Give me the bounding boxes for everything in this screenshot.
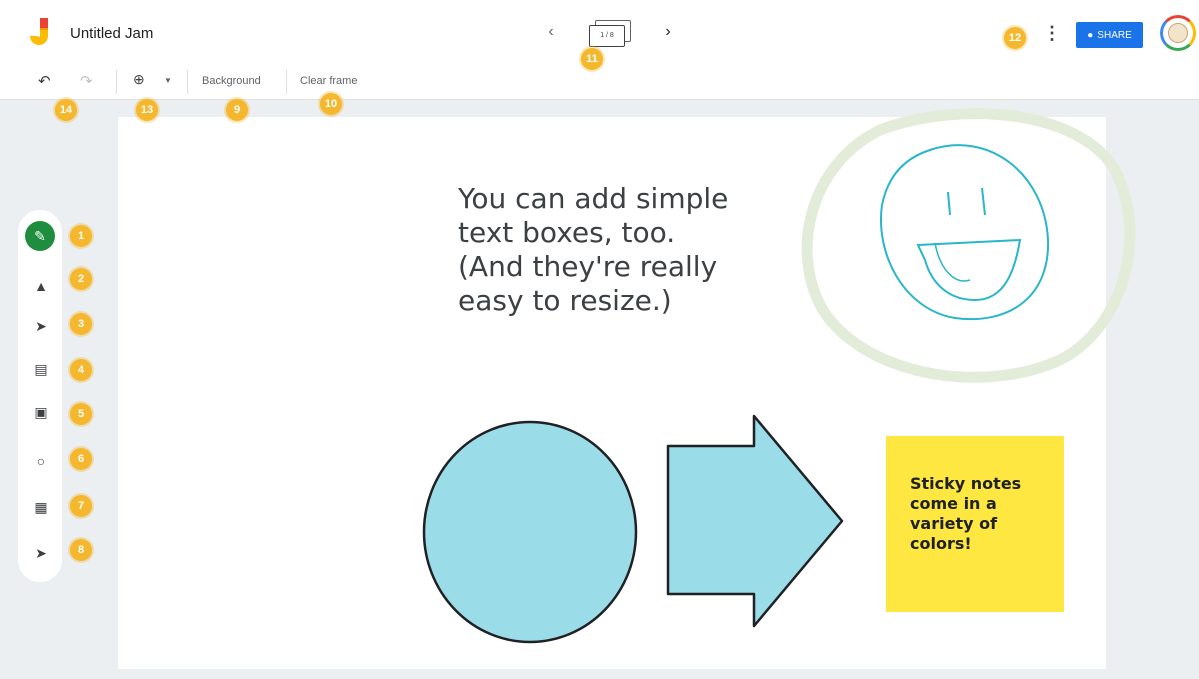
callout-badge: 3 (70, 313, 92, 335)
arrow-shape (666, 414, 844, 628)
callout-badge: 6 (70, 448, 92, 470)
callout-badge: 13 (136, 99, 158, 121)
callout-badge: 7 (70, 495, 92, 517)
callout-badge: 5 (70, 403, 92, 425)
canvas-text-box[interactable]: You can add simple text boxes, too. (And… (458, 182, 798, 318)
callout-badge: 14 (55, 99, 77, 121)
select-arrow-icon[interactable]: ➤ (28, 313, 54, 339)
smiley-eye-left (947, 191, 951, 216)
callout-badge: 11 (581, 48, 603, 70)
callout-badge: 4 (70, 359, 92, 381)
text-box-icon[interactable]: ▦ (28, 494, 54, 520)
callout-badge: 10 (320, 93, 342, 115)
smiley-outline (880, 144, 1050, 321)
eraser-icon[interactable]: ▲ (28, 273, 54, 299)
callout-badge: 2 (70, 268, 92, 290)
circle-shape-icon[interactable]: ○ (28, 448, 54, 474)
image-icon[interactable]: ▣ (28, 399, 54, 425)
highlighter-circle (801, 108, 1136, 383)
callout-badge: 9 (226, 99, 248, 121)
smiley-eye-right (981, 187, 986, 216)
laser-icon[interactable]: ➤ (28, 540, 54, 566)
sticky-note-icon[interactable]: ▤ (28, 356, 54, 382)
tool-rail: ✎ ▲ ➤ ▤ ▣ ○ ▦ ➤ (18, 210, 62, 582)
sticky-note[interactable]: Sticky notes come in a variety of colors… (886, 436, 1064, 612)
pen-icon[interactable]: ✎ (25, 221, 55, 251)
callout-badge: 8 (70, 539, 92, 561)
smiley-tongue (934, 242, 971, 282)
callout-badge: 1 (70, 225, 92, 247)
smiley-mouth (916, 238, 1022, 302)
callout-badge: 12 (1004, 27, 1026, 49)
circle-shape (422, 420, 638, 644)
